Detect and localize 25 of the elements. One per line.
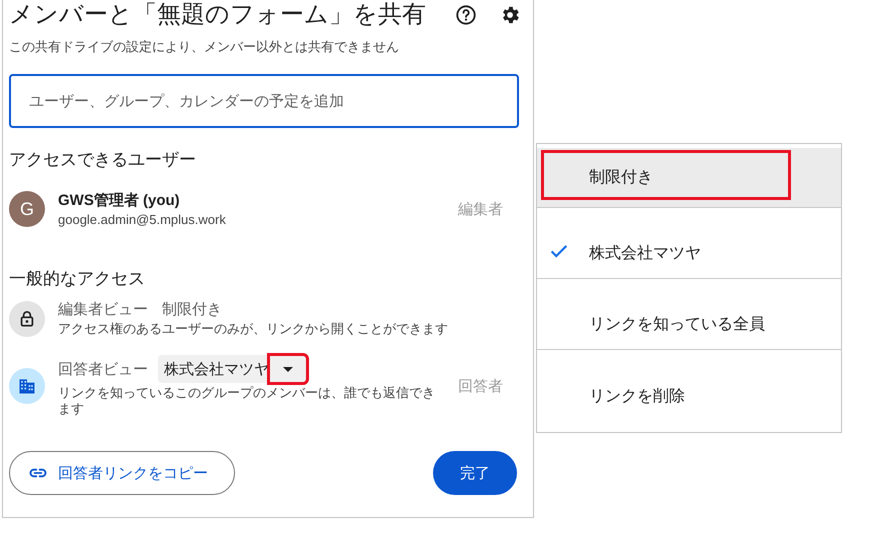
caret-icon — [283, 366, 293, 372]
role-label: 回答者 — [458, 376, 503, 396]
access-dropdown[interactable]: 株式会社マツヤ — [158, 355, 307, 383]
access-label: 編集者ビュー — [58, 300, 148, 319]
section-heading: 一般的なアクセス — [9, 268, 146, 290]
done-button[interactable]: 完了 — [433, 451, 517, 495]
menu-item[interactable]: リンクを知っている全員 — [537, 290, 841, 350]
menu-item[interactable]: 制限付き — [537, 148, 841, 208]
menu-item[interactable]: 株式会社マツヤ — [537, 219, 841, 279]
user-name: GWS管理者 (you) — [58, 191, 181, 210]
access-description: リンクを知っているこのグループのメンバーは、誰でも返信できます — [58, 385, 436, 417]
notice-text: この共有ドライブの設定により、メンバー以外とは共有できません — [9, 38, 400, 56]
user-email: google.admin@5.mplus.work — [58, 212, 227, 227]
user-avatar: G — [9, 191, 45, 227]
dialog-title: メンバーと「無題のフォーム」を共有 — [9, 1, 427, 29]
help-icon[interactable] — [455, 4, 477, 26]
dropdown-button[interactable] — [269, 355, 307, 383]
add-people-field[interactable]: ユーザー、グループ、カレンダーの予定を追加 — [9, 74, 519, 128]
menu-item[interactable]: リンクを削除 — [537, 361, 841, 421]
access-description: アクセス権のあるユーザーのみが、リンクから開くことができます — [58, 321, 449, 337]
role-label: 編集者 — [458, 200, 503, 218]
access-label: 回答者ビュー — [58, 360, 148, 378]
access-value: 制限付き — [162, 300, 222, 319]
section-heading: アクセスできるユーザー — [9, 149, 197, 171]
copy-link-button[interactable]: 回答者リンクをコピー — [9, 451, 235, 495]
